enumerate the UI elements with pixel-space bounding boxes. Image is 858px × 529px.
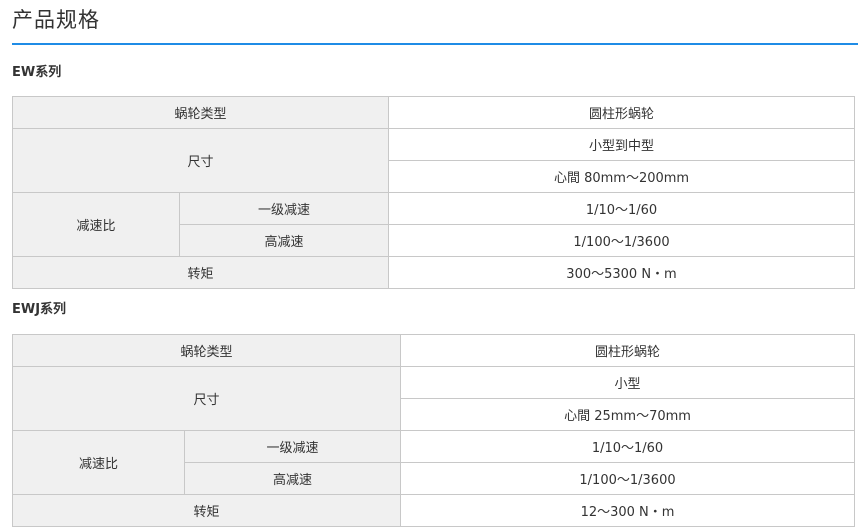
table-row: 转矩 12～300 N・m	[11, 494, 856, 527]
ew-series-heading: EW系列	[12, 65, 62, 80]
table-row: 减速比 一级减速 1/10～1/60	[12, 430, 856, 495]
ewj-worm-type-label: 蜗轮类型	[11, 334, 402, 367]
ewj-ratio-high-label: 高减速	[183, 462, 402, 495]
ew-size-value-2: 心間 80mm～200mm	[388, 160, 856, 193]
ew-worm-type-label: 蜗轮类型	[11, 96, 390, 129]
ewj-ratio-single-value: 1/10～1/60	[400, 430, 856, 463]
table-row: 尺寸 小型到中型	[11, 128, 856, 193]
ewj-torque-value: 12～300 N・m	[400, 494, 856, 527]
table-row: 蜗轮类型 圆柱形蜗轮	[11, 334, 856, 367]
ew-torque-value: 300～5300 N・m	[388, 256, 856, 289]
ew-ratio-single-value: 1/10～1/60	[388, 192, 856, 225]
table-row: 蜗轮类型 圆柱形蜗轮	[11, 96, 856, 129]
ewj-size-value-2: 心間 25mm～70mm	[400, 398, 856, 431]
ew-spec-table: 蜗轮类型 圆柱形蜗轮 尺寸 小型到中型 心間 80mm～200mm 减速比 一级…	[11, 96, 856, 289]
ewj-series-heading: EWJ系列	[12, 302, 67, 317]
table-row: 减速比 一级减速 1/10～1/60	[12, 192, 856, 257]
ew-ratio-label: 减速比	[12, 192, 180, 257]
ewj-ratio-high-value: 1/100～1/3600	[400, 462, 856, 495]
title-underline	[12, 43, 858, 45]
ewj-ratio-single-label: 一级减速	[183, 430, 402, 463]
page-title: 产品规格	[12, 8, 100, 32]
ewj-ratio-label: 减速比	[12, 430, 185, 495]
ew-ratio-single-label: 一级减速	[178, 192, 390, 225]
ewj-size-value-1: 小型	[400, 366, 856, 399]
ewj-torque-label: 转矩	[11, 494, 402, 527]
table-row: 转矩 300～5300 N・m	[11, 256, 856, 289]
ew-ratio-high-value: 1/100～1/3600	[388, 224, 856, 257]
ew-torque-label: 转矩	[11, 256, 390, 289]
ewj-size-label: 尺寸	[11, 366, 402, 431]
ew-size-label: 尺寸	[11, 128, 390, 193]
ew-size-value-1: 小型到中型	[388, 128, 856, 161]
ewj-worm-type-value: 圆柱形蜗轮	[400, 334, 856, 367]
table-row: 尺寸 小型	[11, 366, 856, 431]
ew-ratio-high-label: 高减速	[178, 224, 390, 257]
ewj-spec-table: 蜗轮类型 圆柱形蜗轮 尺寸 小型 心間 25mm～70mm 减速比 一级减速 1…	[11, 334, 856, 527]
ew-worm-type-value: 圆柱形蜗轮	[388, 96, 856, 129]
